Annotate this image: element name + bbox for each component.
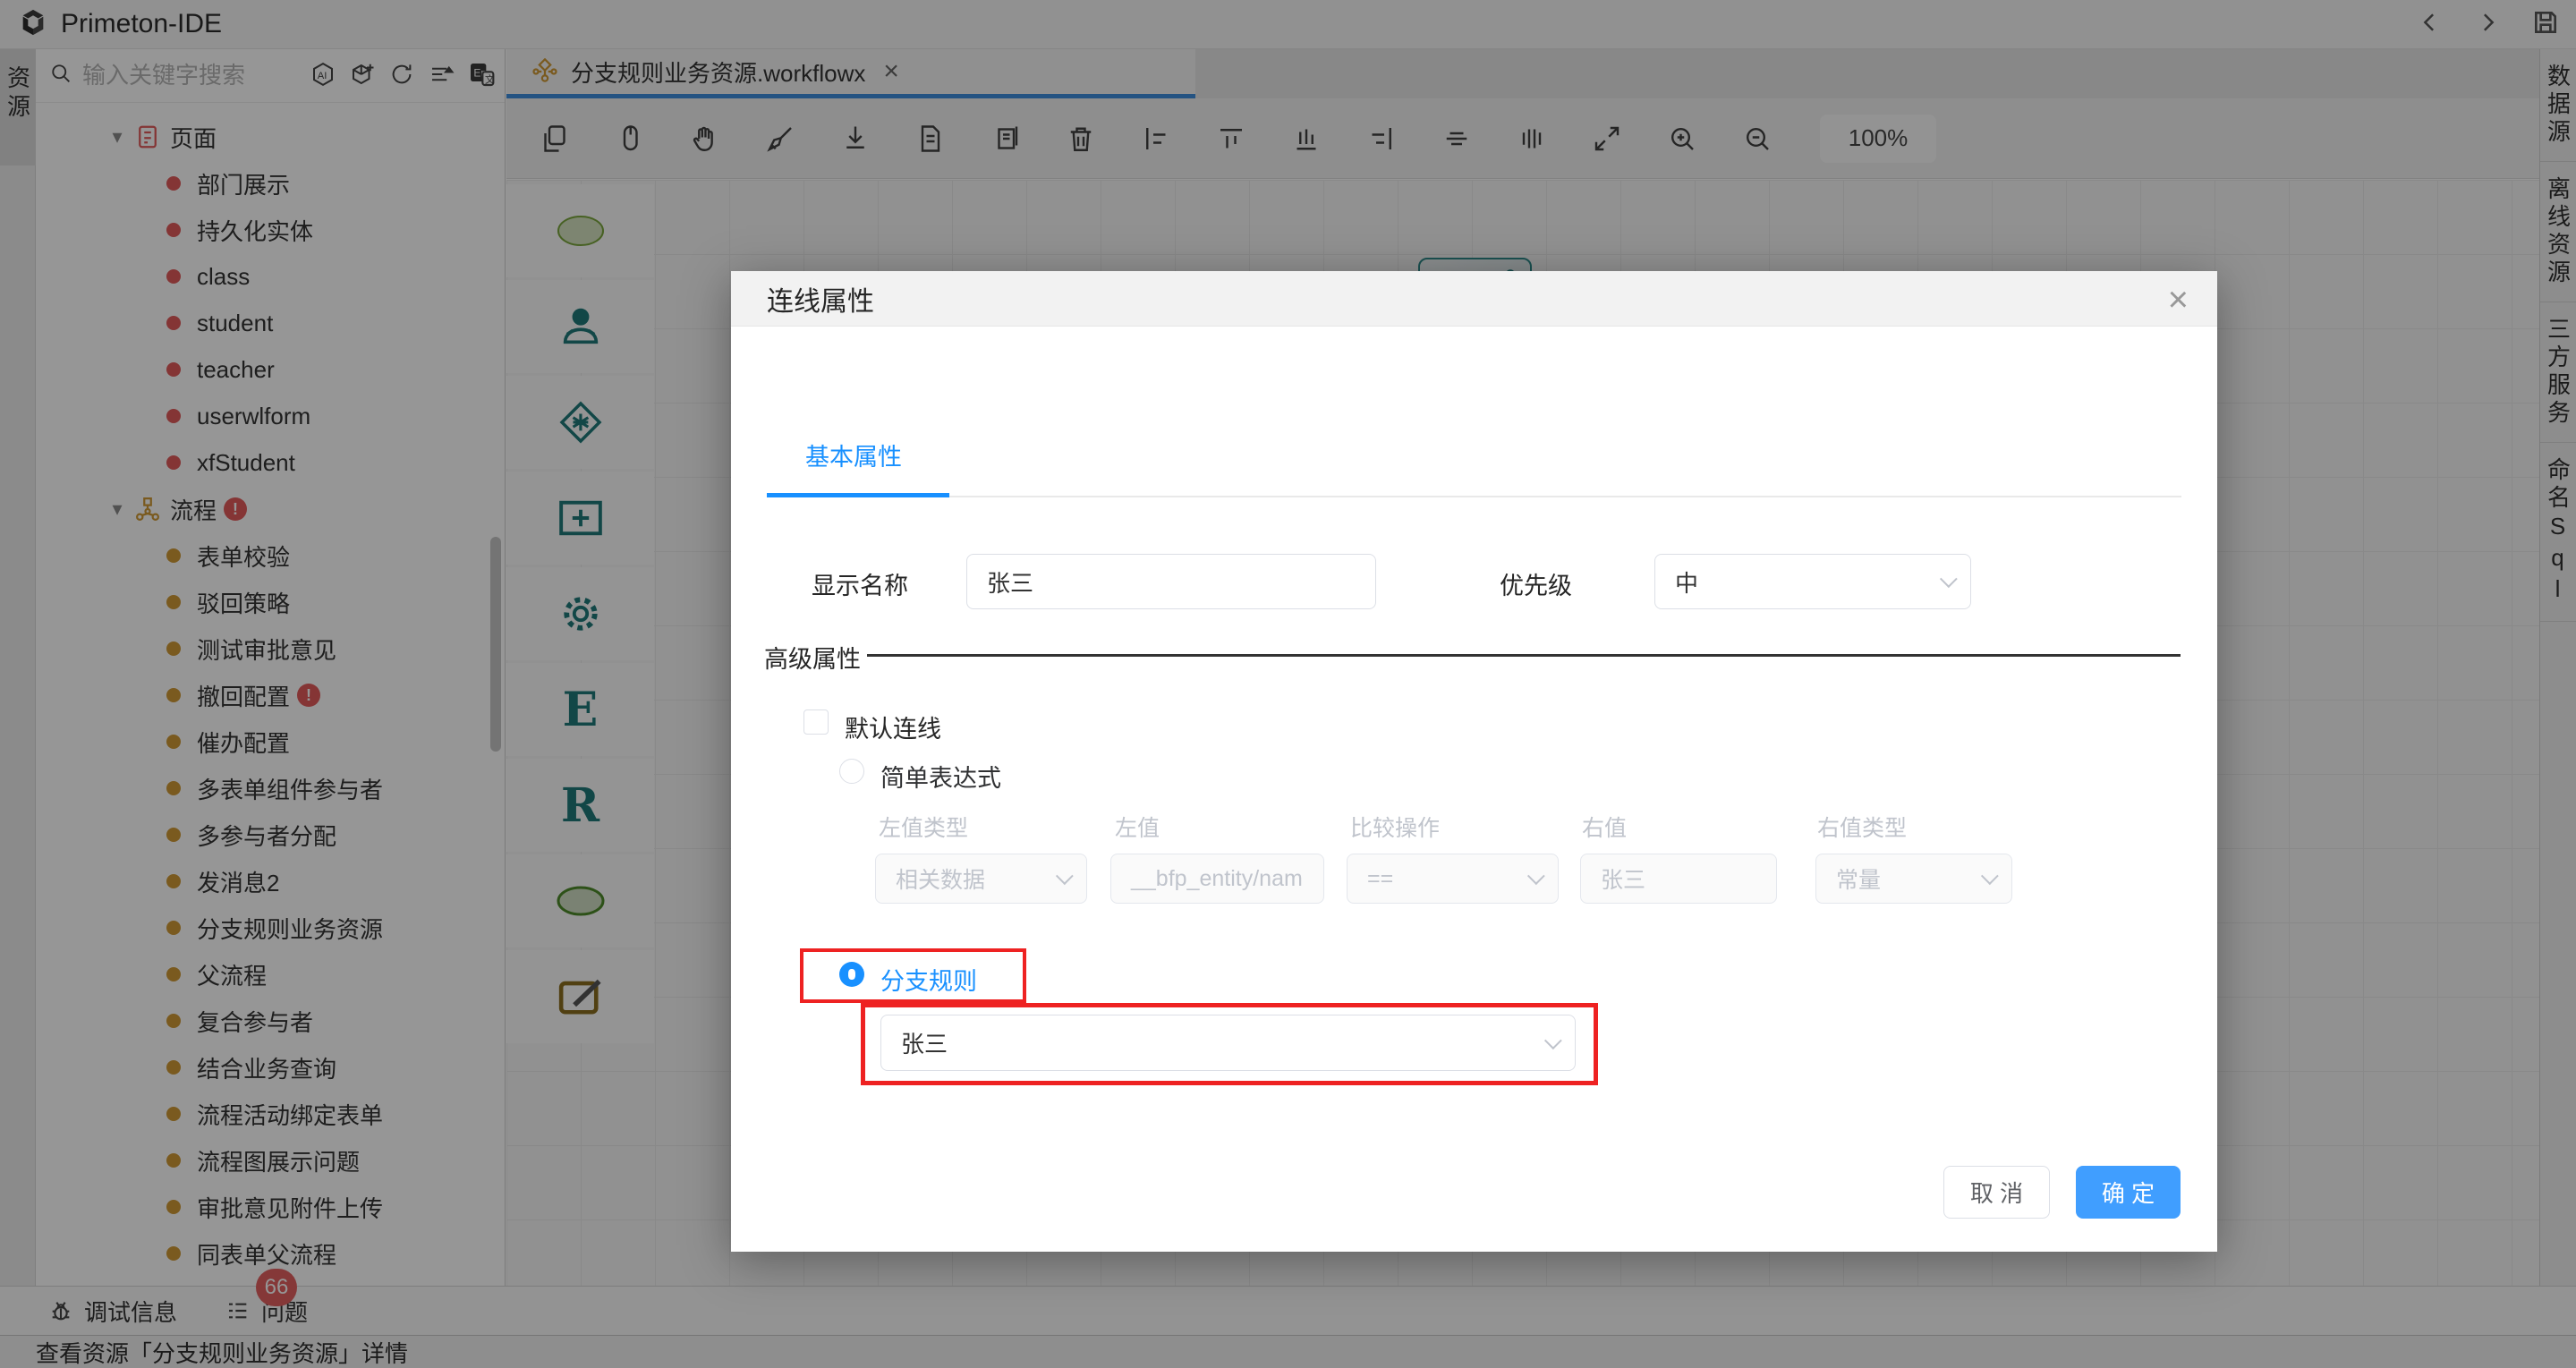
chevron-down-icon (1980, 867, 1999, 886)
edge-properties-dialog: 连线属性 × 基本属性 显示名称 张三 优先级 中 高级属性 默认连线 简单表达… (731, 271, 2217, 1252)
chevron-down-icon (1543, 1031, 1562, 1049)
display-name-label: 显示名称 (812, 573, 908, 599)
right-value-input[interactable]: 张三 (1580, 854, 1777, 904)
priority-label: 优先级 (1500, 573, 1572, 599)
dialog-close-icon[interactable]: × (2168, 280, 2189, 320)
right-value-type-label: 右值类型 (1817, 816, 1908, 841)
compare-op-select[interactable]: == (1347, 854, 1559, 904)
chevron-down-icon (1055, 867, 1074, 886)
default-line-checkbox[interactable] (803, 709, 829, 735)
tab-basic-properties[interactable]: 基本属性 (805, 438, 902, 472)
dialog-header: 连线属性 × (731, 271, 2217, 327)
priority-select[interactable]: 中 (1654, 554, 1971, 609)
left-value-input[interactable]: __bfp_entity/nam (1110, 854, 1324, 904)
left-value-label: 左值 (1115, 816, 1160, 841)
branch-rule-radio[interactable] (839, 962, 864, 987)
advanced-section-label: 高级属性 (764, 646, 861, 673)
dialog-title: 连线属性 (767, 286, 874, 317)
tab-active-underline (767, 493, 949, 497)
right-value-label: 右值 (1582, 816, 1628, 841)
simple-expression-radio[interactable] (839, 759, 864, 784)
right-value-type-select[interactable]: 常量 (1815, 854, 2012, 904)
branch-rule-label: 分支规则 (880, 968, 977, 995)
default-line-label: 默认连线 (845, 716, 941, 743)
chevron-down-icon (1526, 867, 1545, 886)
display-name-input[interactable]: 张三 (966, 554, 1376, 609)
simple-expression-label: 简单表达式 (880, 765, 1001, 792)
tab-track (767, 496, 2181, 497)
ok-button[interactable]: 确 定 (2076, 1166, 2181, 1219)
chevron-down-icon (1939, 570, 1958, 589)
cancel-button[interactable]: 取 消 (1943, 1166, 2050, 1219)
compare-op-label: 比较操作 (1350, 816, 1441, 841)
left-value-type-label: 左值类型 (879, 816, 969, 841)
left-value-type-select[interactable]: 相关数据 (875, 854, 1087, 904)
advanced-section-divider (867, 654, 2181, 657)
branch-rule-select[interactable]: 张三 (880, 1015, 1576, 1071)
